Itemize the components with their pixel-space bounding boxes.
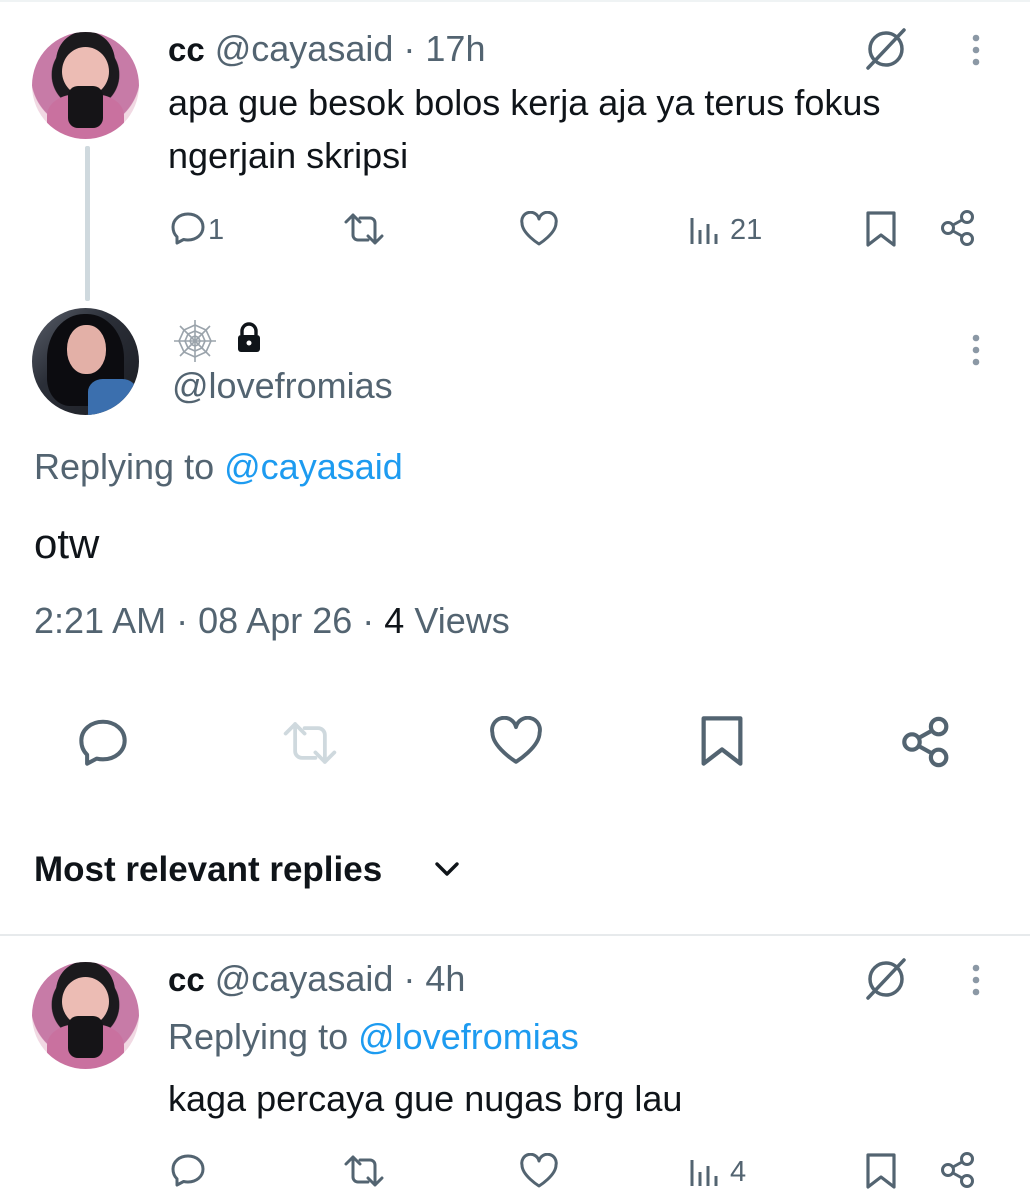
- tweet1-header: cc @cayasaid · 17h: [168, 28, 485, 70]
- reply-icon[interactable]: [170, 1152, 206, 1188]
- views-icon[interactable]: [688, 1154, 724, 1188]
- grok-icon[interactable]: [862, 26, 910, 72]
- share-icon[interactable]: [938, 208, 978, 248]
- tweet1-text: apa gue besok bolos kerja aja ya terus f…: [168, 82, 881, 176]
- tweet-date[interactable]: 08 Apr 26: [198, 600, 352, 641]
- replying-to-label: Replying to: [34, 446, 215, 487]
- author-handle[interactable]: @cayasaid: [215, 28, 394, 69]
- more-icon[interactable]: [966, 332, 986, 372]
- avatar-cayasaid[interactable]: [32, 962, 139, 1069]
- author-handle[interactable]: @cayasaid: [215, 958, 394, 999]
- replies-sort-label: Most relevant replies: [34, 850, 383, 889]
- author-name[interactable]: cc: [168, 31, 205, 68]
- author-name[interactable]: cc: [168, 961, 205, 998]
- replying-to-label: Replying to: [168, 1016, 349, 1057]
- views-icon[interactable]: [688, 212, 724, 246]
- share-icon[interactable]: [938, 1150, 978, 1190]
- spiderweb-icon: [172, 318, 218, 364]
- reply-count: 1: [208, 214, 225, 246]
- retweet-icon[interactable]: [342, 1154, 386, 1188]
- top-divider: [0, 0, 1030, 2]
- grok-icon[interactable]: [862, 956, 910, 1002]
- replying-to: Replying to @cayasaid: [34, 446, 403, 488]
- separator-dot: ·: [403, 28, 416, 69]
- bookmark-icon[interactable]: [698, 714, 746, 768]
- share-icon[interactable]: [898, 714, 954, 770]
- bookmark-icon[interactable]: [864, 210, 898, 248]
- replying-to-handle[interactable]: @cayasaid: [224, 446, 403, 487]
- view-count: 21: [730, 214, 763, 246]
- reply-icon[interactable]: [76, 716, 130, 768]
- timestamp[interactable]: 4h: [425, 958, 465, 999]
- like-icon[interactable]: [488, 716, 544, 766]
- tweet-time[interactable]: 2:21 AM: [34, 600, 166, 641]
- bookmark-icon[interactable]: [864, 1152, 898, 1190]
- avatar-cayasaid[interactable]: [32, 32, 139, 139]
- separator-dot: ·: [403, 958, 416, 999]
- author-handle[interactable]: @lovefromias: [172, 365, 393, 407]
- section-divider: [0, 934, 1030, 936]
- more-icon[interactable]: [966, 32, 986, 72]
- separator-dot: ·: [362, 600, 375, 641]
- like-icon[interactable]: [519, 211, 559, 247]
- separator-dot: ·: [176, 600, 189, 641]
- reply-icon[interactable]: [170, 210, 206, 246]
- views-count: 4: [384, 600, 405, 641]
- views-label[interactable]: Views: [414, 600, 509, 641]
- tweet2-header: cc @cayasaid · 4h: [168, 958, 465, 1000]
- more-icon[interactable]: [966, 962, 986, 1002]
- thread-line: [85, 146, 90, 301]
- tweet-meta: 2:21 AM · 08 Apr 26 · 4 Views: [34, 600, 510, 642]
- focus-tweet-text: otw: [34, 520, 100, 567]
- replies-sort[interactable]: Most relevant replies: [34, 850, 382, 890]
- view-count: 4: [730, 1156, 747, 1188]
- tweet2-text: kaga percaya gue nugas brg lau: [168, 1078, 683, 1119]
- avatar-lovefromias[interactable]: [32, 308, 139, 415]
- like-icon[interactable]: [519, 1153, 559, 1189]
- chevron-down-icon[interactable]: [432, 858, 462, 880]
- retweet-icon: [280, 720, 340, 766]
- replying-to: Replying to @lovefromias: [168, 1016, 579, 1058]
- retweet-icon[interactable]: [342, 212, 386, 246]
- timestamp[interactable]: 17h: [425, 28, 485, 69]
- replying-to-handle[interactable]: @lovefromias: [358, 1016, 579, 1057]
- lock-icon: [236, 322, 262, 354]
